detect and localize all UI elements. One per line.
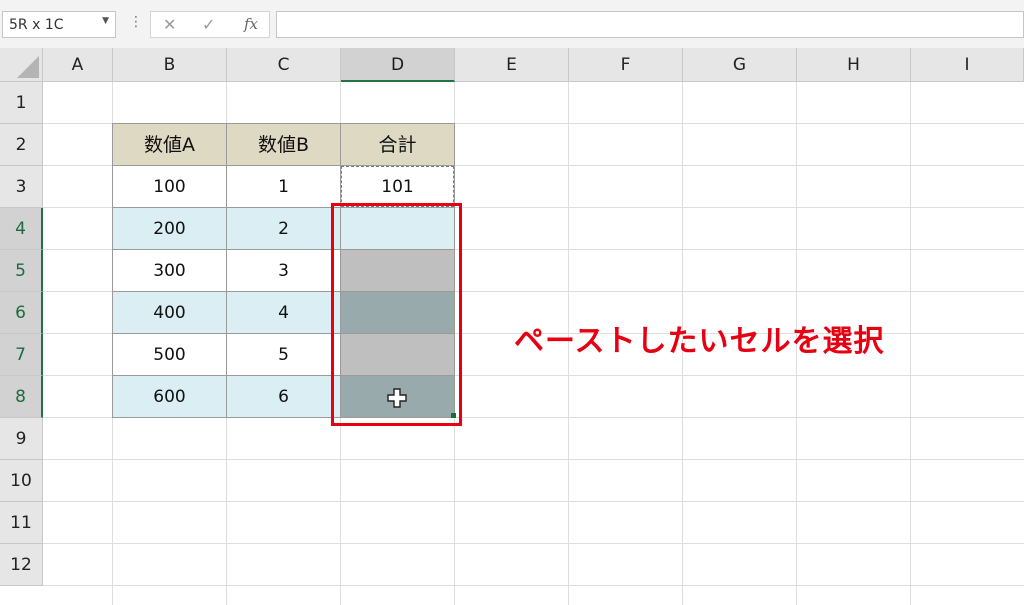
copy-marquee [341, 166, 454, 207]
more-options-icon[interactable]: ⋮ [129, 14, 143, 30]
insert-function-icon[interactable]: fx [244, 15, 258, 33]
cell-c4[interactable]: 2 [227, 208, 341, 250]
name-box[interactable]: 5R x 1C ▼ [2, 11, 116, 38]
column-header-h[interactable]: H [797, 48, 911, 82]
cell-b8[interactable]: 600 [112, 376, 227, 418]
cell-b6[interactable]: 400 [112, 292, 227, 334]
cell-c3[interactable]: 1 [227, 166, 341, 208]
name-box-value: 5R x 1C [9, 17, 64, 33]
header-cell-d2[interactable]: 合計 [341, 123, 455, 166]
enter-icon[interactable]: ✓ [202, 15, 215, 34]
gridline [43, 543, 1024, 544]
gridline [43, 459, 1024, 460]
row-header-3[interactable]: 3 [0, 166, 43, 208]
row-header-7[interactable]: 7 [0, 334, 43, 376]
cell-c8[interactable]: 6 [227, 376, 341, 418]
cell-b4[interactable]: 200 [112, 208, 227, 250]
cancel-icon[interactable]: ✕ [163, 15, 176, 34]
row-header-11[interactable]: 11 [0, 502, 43, 544]
row-header-5[interactable]: 5 [0, 250, 43, 292]
column-header-d[interactable]: D [341, 48, 455, 82]
cell-c5[interactable]: 3 [227, 250, 341, 292]
column-header-c[interactable]: C [227, 48, 341, 82]
name-box-dropdown-icon[interactable]: ▼ [102, 16, 109, 26]
row-header-8[interactable]: 8 [0, 376, 43, 418]
column-header-e[interactable]: E [455, 48, 569, 82]
cell-c7[interactable]: 5 [227, 334, 341, 376]
cell-b3[interactable]: 100 [112, 166, 227, 208]
column-header-f[interactable]: F [569, 48, 683, 82]
row-header-6[interactable]: 6 [0, 292, 43, 334]
column-header-b[interactable]: B [113, 48, 227, 82]
header-cell-c2[interactable]: 数値B [227, 123, 341, 166]
row-header-1[interactable]: 1 [0, 82, 43, 124]
cell-b5[interactable]: 300 [112, 250, 227, 292]
cell-b7[interactable]: 500 [112, 334, 227, 376]
gridline [910, 82, 911, 605]
row-header-4[interactable]: 4 [0, 208, 43, 250]
row-header-2[interactable]: 2 [0, 124, 43, 166]
formula-buttons: ✕ ✓ fx [150, 11, 270, 38]
annotation-text: ペーストしたいセルを選択 [514, 324, 885, 359]
gridline [43, 501, 1024, 502]
row-header-10[interactable]: 10 [0, 460, 43, 502]
column-header-a[interactable]: A [43, 48, 113, 82]
row-header-12[interactable]: 12 [0, 544, 43, 586]
formula-bar: 5R x 1C ▼ ⋮ ✕ ✓ fx [0, 0, 1024, 48]
select-all-button[interactable] [0, 48, 43, 82]
formula-input[interactable] [276, 11, 1024, 38]
column-header-i[interactable]: I [911, 48, 1024, 82]
row-header-9[interactable]: 9 [0, 418, 43, 460]
column-header-g[interactable]: G [683, 48, 797, 82]
cross-cursor-icon [387, 388, 407, 408]
gridline [43, 585, 1024, 586]
select-all-icon [17, 56, 39, 78]
header-cell-b2[interactable]: 数値A [112, 123, 227, 166]
cell-c6[interactable]: 4 [227, 292, 341, 334]
